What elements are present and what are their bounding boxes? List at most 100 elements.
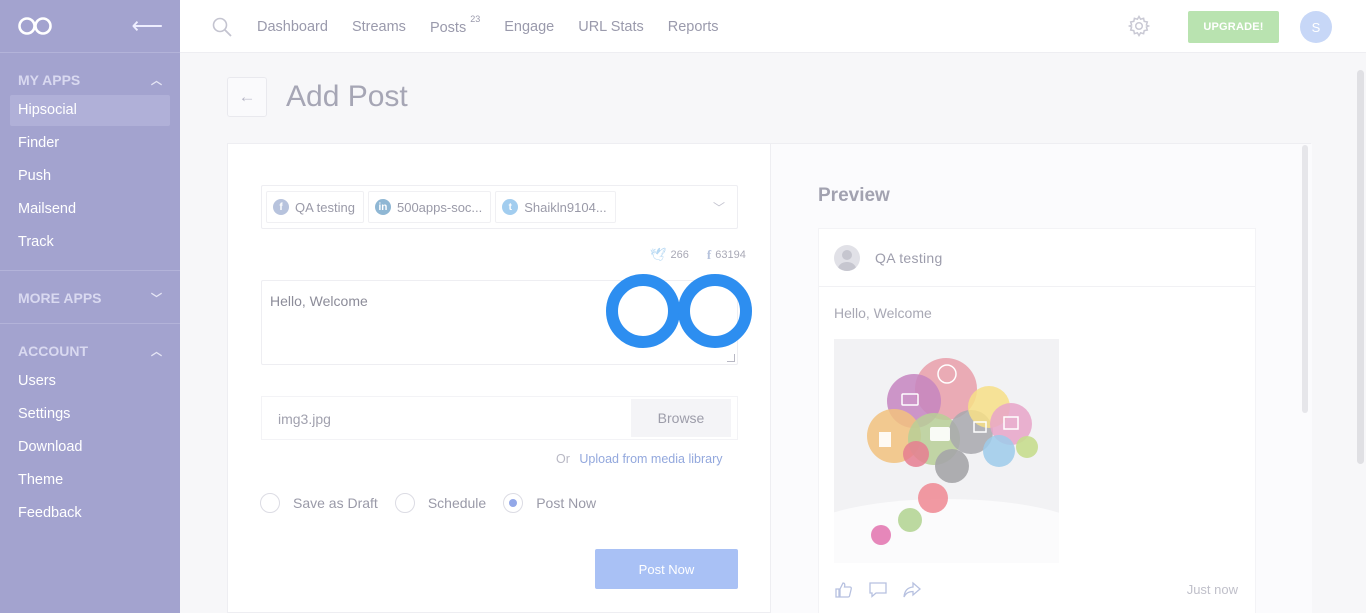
account-chip-label: 500apps-soc... — [396, 199, 483, 215]
preview-pane: Preview QA testing Hello, Welcome Just n… — [770, 144, 1312, 613]
post-timing-options: Save as Draft Schedule Post Now — [260, 493, 613, 513]
option-post-now[interactable]: Post Now — [503, 493, 596, 513]
account-selector[interactable]: f QA testing in 500apps-soc... t Shaikln… — [261, 185, 738, 229]
facebook-char-counter: f 63194 — [707, 247, 746, 263]
nav-links: Dashboard Streams Posts23 Engage URL Sta… — [257, 0, 743, 53]
sidebar-section-my-apps: MY APPS ︿ Hipsocial Finder Push Mailsend… — [0, 53, 180, 271]
radio-button[interactable] — [260, 493, 280, 513]
gear-icon[interactable] — [1128, 15, 1150, 37]
nav-posts[interactable]: Posts23 — [429, 14, 480, 36]
nav-url-stats[interactable]: URL Stats — [578, 19, 644, 35]
share-icon[interactable] — [902, 581, 922, 599]
preview-avatar — [834, 244, 860, 271]
preview-title: Preview — [818, 185, 890, 206]
nav-streams[interactable]: Streams — [352, 19, 406, 35]
sidebar-section-account: ACCOUNT ︿ Users Settings Download Theme … — [0, 324, 180, 541]
file-name: img3.jpg — [278, 411, 331, 427]
preview-message: Hello, Welcome — [834, 305, 932, 321]
preview-scrollbar[interactable] — [1302, 145, 1308, 413]
nav-posts-label: Posts — [429, 19, 467, 36]
file-upload-field: img3.jpg Browse — [261, 396, 738, 440]
account-chip-linkedin[interactable]: in 500apps-soc... — [367, 191, 492, 223]
sidebar-item-track[interactable]: Track — [10, 227, 170, 258]
chevron-down-icon[interactable]: ﹀ — [713, 199, 725, 216]
upload-media-library-link[interactable]: Upload from media library — [579, 452, 722, 466]
sidebar-item-hipsocial[interactable]: Hipsocial — [10, 95, 170, 126]
option-save-draft[interactable]: Save as Draft — [260, 493, 378, 513]
page-title: Add Post — [286, 80, 408, 113]
radio-label: Post Now — [536, 495, 597, 511]
account-chip-twitter[interactable]: t Shaikln9104... — [495, 191, 616, 223]
preview-actions — [834, 581, 936, 599]
nav-engage[interactable]: Engage — [504, 19, 554, 35]
user-avatar[interactable]: S — [1300, 11, 1332, 43]
character-counters: 🕊 266 f 63194 — [632, 247, 746, 263]
preview-timestamp: Just now — [1186, 582, 1238, 597]
comment-icon[interactable] — [868, 581, 888, 599]
radio-label: Schedule — [427, 495, 487, 511]
search-icon[interactable] — [212, 17, 232, 37]
page-scrollbar[interactable] — [1357, 70, 1364, 464]
resize-handle-icon[interactable] — [727, 354, 735, 362]
chevron-down-icon: ﹀ — [151, 293, 162, 305]
or-label: Or — [556, 452, 570, 466]
sidebar: ⟵ MY APPS ︿ Hipsocial Finder Push Mailse… — [0, 0, 180, 613]
twitter-icon: t — [502, 199, 519, 215]
arrow-left-icon: ← — [238, 87, 256, 106]
preview-account-name: QA testing — [875, 249, 943, 266]
radio-label: Save as Draft — [293, 495, 378, 511]
sidebar-item-push[interactable]: Push — [10, 161, 170, 192]
sidebar-section-header[interactable]: ACCOUNT ︿ — [10, 338, 170, 364]
option-schedule[interactable]: Schedule — [394, 493, 487, 513]
account-chip-label: Shaikln9104... — [524, 199, 607, 215]
back-button[interactable]: ← — [227, 77, 267, 117]
posts-count-badge: 23 — [470, 13, 481, 24]
sidebar-item-mailsend[interactable]: Mailsend — [10, 194, 170, 225]
sidebar-item-theme[interactable]: Theme — [10, 465, 170, 496]
preview-post-header: QA testing — [819, 229, 1255, 287]
upgrade-button[interactable]: UPGRADE! — [1188, 11, 1279, 43]
facebook-icon: f — [273, 199, 289, 215]
media-library-row: Or Upload from media library — [556, 452, 722, 466]
twitter-count: 266 — [670, 249, 689, 261]
preview-image — [834, 339, 1059, 563]
sidebar-section-header[interactable]: MY APPS ︿ — [10, 67, 170, 93]
radio-dot — [509, 499, 518, 507]
facebook-count: 63194 — [715, 249, 746, 261]
collapse-sidebar-icon[interactable]: ⟵ — [131, 15, 163, 37]
section-title: MORE APPS — [18, 290, 102, 306]
radio-button-selected[interactable] — [503, 493, 524, 513]
infinity-logo-icon[interactable] — [17, 16, 53, 36]
linkedin-icon: in — [374, 199, 391, 215]
sidebar-item-download[interactable]: Download — [10, 432, 170, 463]
add-post-card: f QA testing in 500apps-soc... t Shaikln… — [227, 143, 1312, 613]
section-title: ACCOUNT — [18, 343, 88, 359]
radio-button[interactable] — [394, 493, 415, 513]
twitter-char-counter: 🕊 266 — [650, 247, 689, 263]
sidebar-item-feedback[interactable]: Feedback — [10, 498, 170, 529]
browse-button[interactable]: Browse — [631, 399, 731, 437]
twitter-bird-icon: 🕊 — [650, 247, 667, 262]
nav-reports[interactable]: Reports — [668, 19, 719, 35]
nav-dashboard[interactable]: Dashboard — [257, 19, 328, 35]
post-message-text: Hello, Welcome — [270, 293, 368, 309]
sidebar-item-settings[interactable]: Settings — [10, 399, 170, 430]
top-nav: Dashboard Streams Posts23 Engage URL Sta… — [180, 0, 1366, 53]
sidebar-header: ⟵ — [0, 0, 180, 53]
facebook-f-icon: f — [706, 247, 712, 262]
account-chip-facebook[interactable]: f QA testing — [266, 191, 364, 223]
social-network-illustration — [834, 358, 1059, 563]
post-editor: f QA testing in 500apps-soc... t Shaikln… — [228, 144, 770, 613]
post-now-button[interactable]: Post Now — [595, 549, 738, 589]
loading-infinity-logo-icon — [606, 274, 752, 348]
preview-post-card: QA testing Hello, Welcome Just now — [818, 228, 1256, 613]
like-icon[interactable] — [834, 581, 854, 599]
chevron-up-icon: ︿ — [151, 75, 162, 87]
sidebar-item-users[interactable]: Users — [10, 366, 170, 397]
sidebar-section-header[interactable]: MORE APPS ﹀ — [10, 285, 170, 311]
account-chip-label: QA testing — [295, 199, 355, 215]
chevron-up-icon: ︿ — [151, 346, 162, 358]
sidebar-item-finder[interactable]: Finder — [10, 128, 170, 159]
sidebar-section-more-apps: MORE APPS ﹀ — [0, 271, 180, 324]
section-title: MY APPS — [18, 72, 81, 88]
